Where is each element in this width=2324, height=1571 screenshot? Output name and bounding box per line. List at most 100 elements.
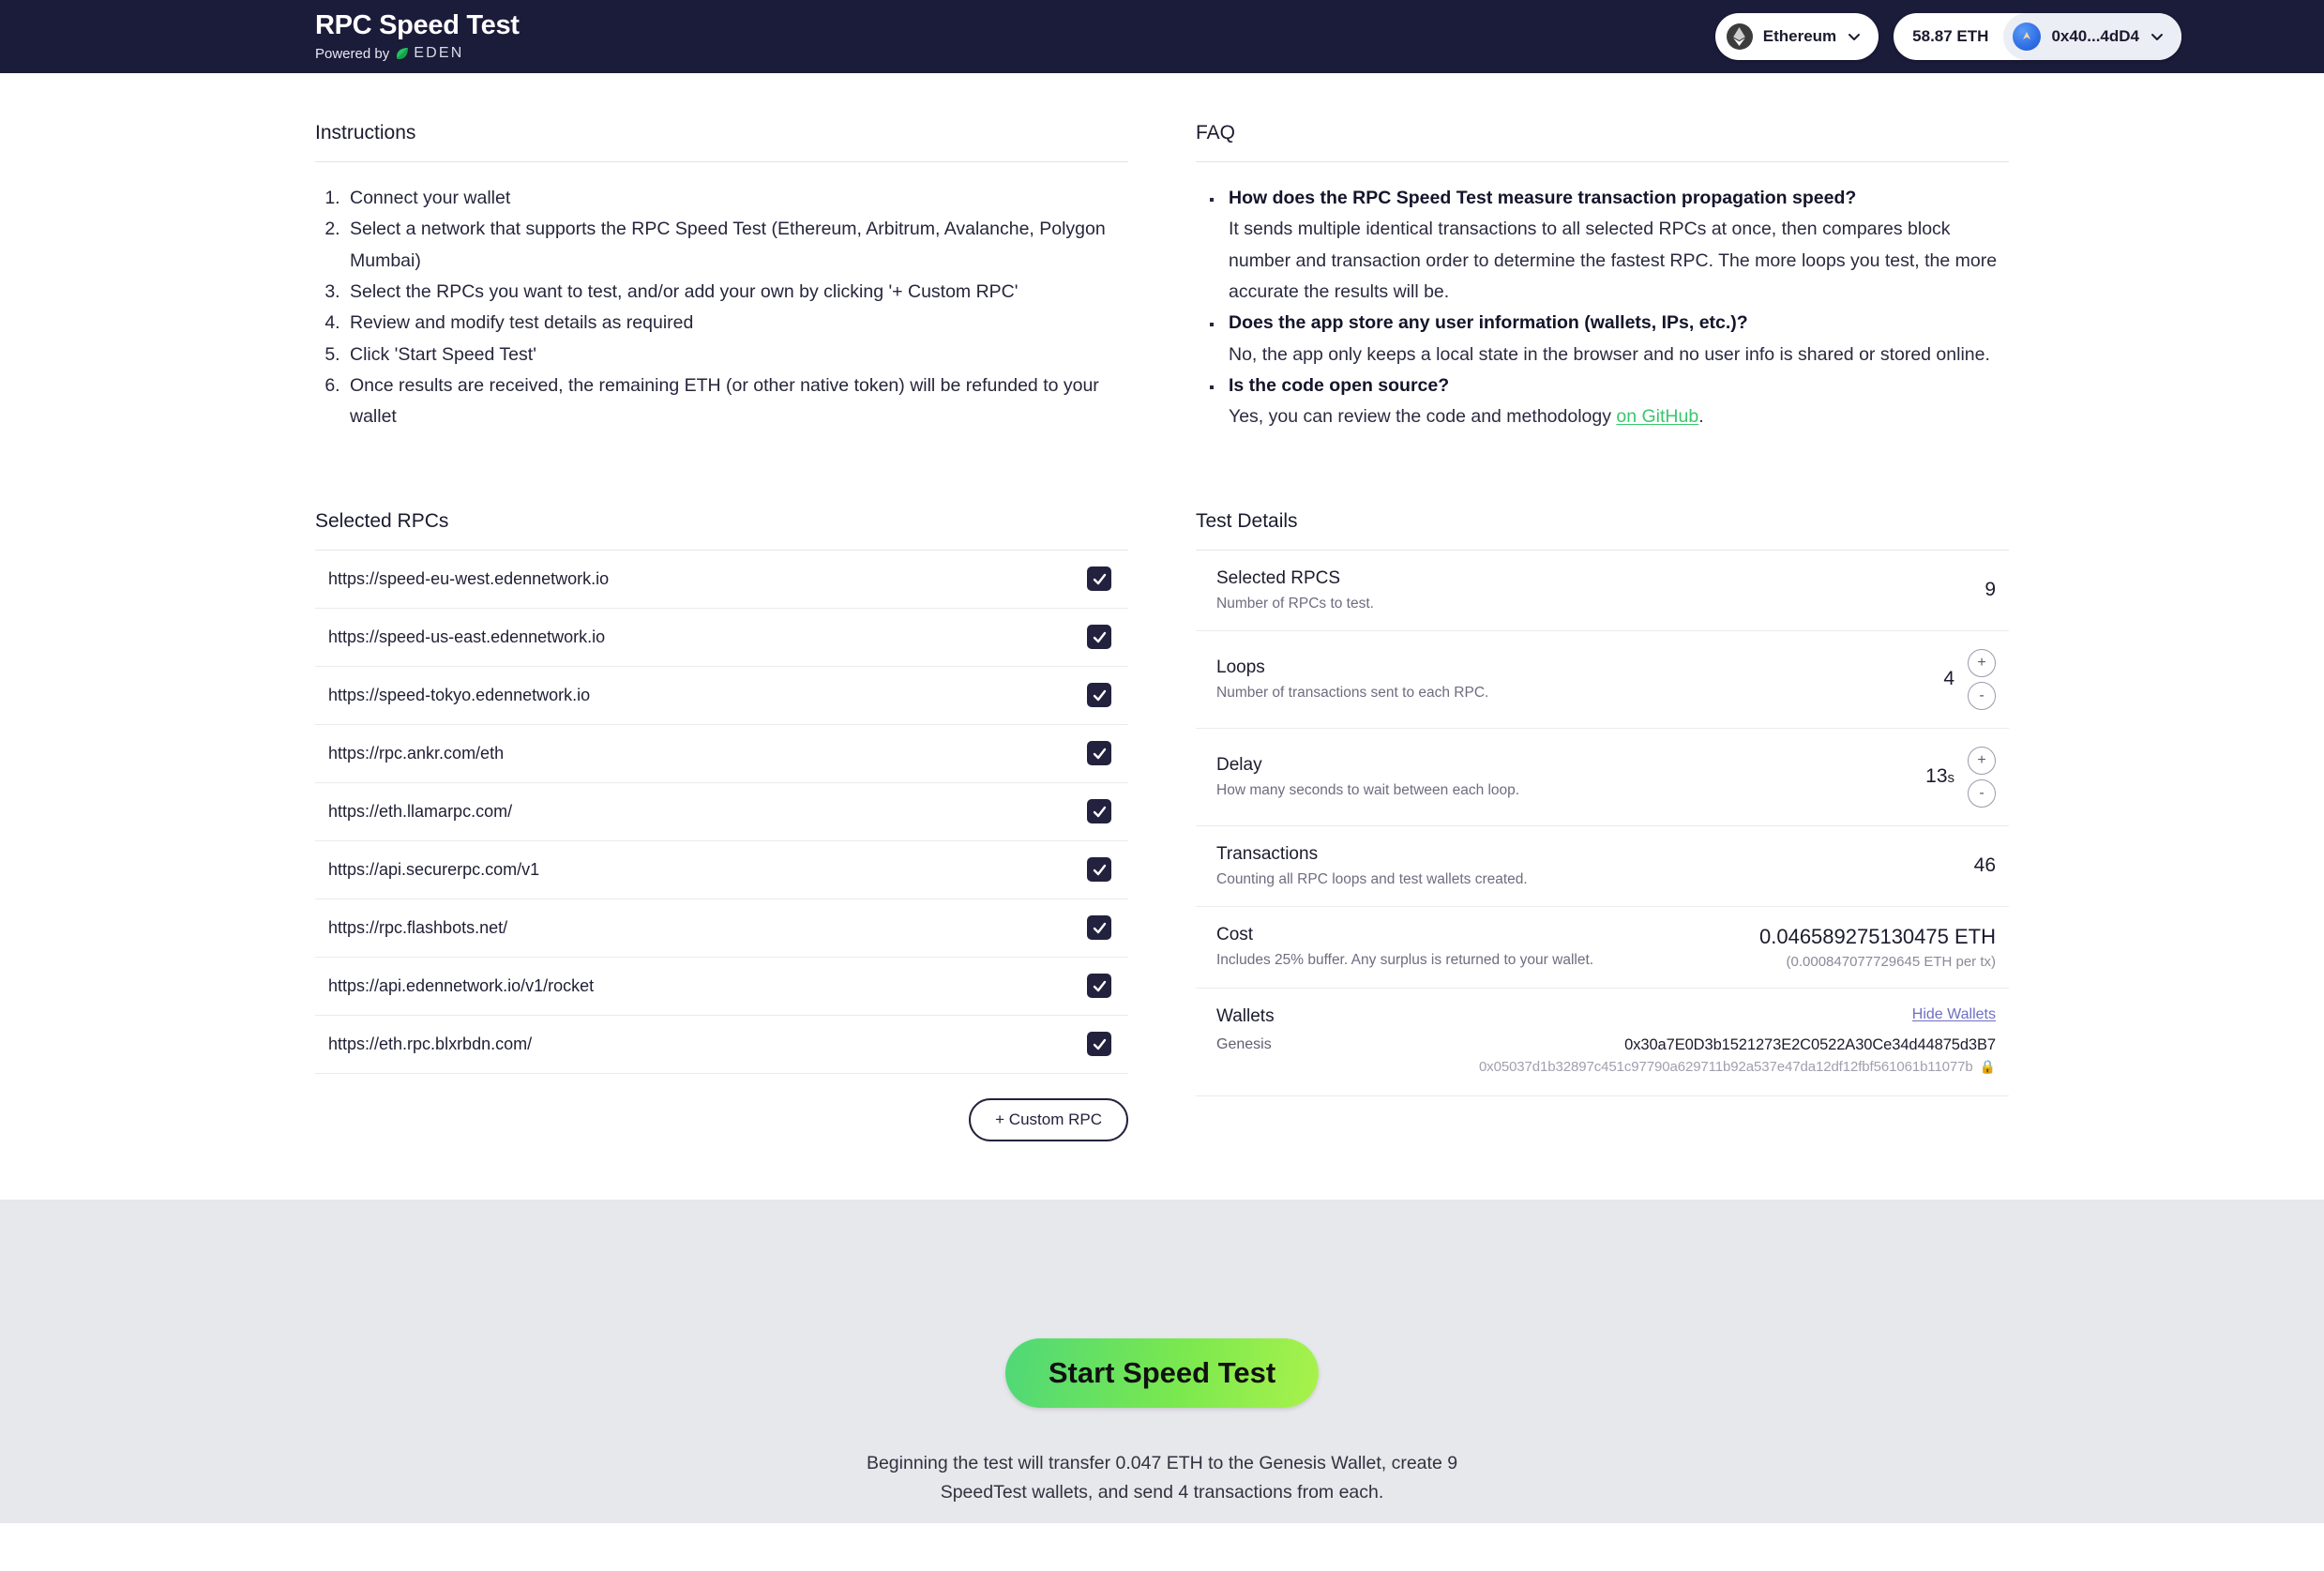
eden-logo: EDEN <box>395 45 463 62</box>
rpc-row[interactable]: https://speed-us-east.edennetwork.io <box>315 609 1128 667</box>
rpc-url: https://speed-tokyo.edennetwork.io <box>328 685 591 704</box>
loops-increment-button[interactable]: + <box>1968 648 1996 677</box>
detail-description: Includes 25% buffer. Any surplus is retu… <box>1216 952 1594 969</box>
detail-description: How many seconds to wait between each lo… <box>1216 781 1520 798</box>
selected-rpcs-panel: Selected RPCs https://speed-eu-west.eden… <box>315 510 1128 1141</box>
detail-row-cost: Cost Includes 25% buffer. Any surplus is… <box>1196 907 2009 989</box>
detail-text: Selected RPCS Number of RPCs to test. <box>1216 568 1374 612</box>
github-link[interactable]: on GitHub <box>1616 406 1698 427</box>
instruction-step: Once results are received, the remaining… <box>345 370 1128 433</box>
faq-title: FAQ <box>1196 122 1236 144</box>
bottom-columns: Selected RPCs https://speed-eu-west.eden… <box>0 433 2324 1141</box>
eden-wordmark: EDEN <box>414 45 464 62</box>
detail-text: Loops Number of transactions sent to eac… <box>1216 657 1488 702</box>
instructions-title: Instructions <box>315 122 416 144</box>
delay-number: 13 <box>1925 765 1948 788</box>
rpc-checkbox[interactable] <box>1087 974 1111 999</box>
rpc-url: https://speed-us-east.edennetwork.io <box>328 627 606 646</box>
wallet-balance: 58.87 ETH <box>1912 27 1989 45</box>
detail-row-delay: Delay How many seconds to wait between e… <box>1196 729 2009 826</box>
genesis-address[interactable]: 0x30a7E0D3b1521273E2C0522A30Ce34d44875d3… <box>1624 1036 1996 1053</box>
cta-note: Beginning the test will transfer 0.047 E… <box>0 1449 2324 1508</box>
rpc-url: https://speed-eu-west.edennetwork.io <box>328 568 610 588</box>
rpc-row[interactable]: https://rpc.flashbots.net/ <box>315 899 1128 958</box>
delay-value: 13s <box>1925 765 1954 788</box>
eden-leaf-icon <box>395 46 410 61</box>
wallets-label: Wallets <box>1216 1005 1275 1026</box>
rpc-checkbox[interactable] <box>1087 566 1111 592</box>
network-selector[interactable]: Ethereum <box>1714 13 1879 60</box>
selected-rpcs-value: 9 <box>1984 579 1996 601</box>
delay-increment-button[interactable]: + <box>1968 746 1996 775</box>
loops-decrement-button[interactable]: - <box>1968 681 1996 710</box>
wallet-address-chip[interactable]: 0x40...4dD4 <box>2003 13 2181 60</box>
faq-question: Does the app store any user information … <box>1229 312 1748 334</box>
divider <box>1196 161 2009 162</box>
detail-label: Selected RPCS <box>1216 567 1341 588</box>
faq-answer-prefix: Yes, you can review the code and methodo… <box>1229 406 1617 428</box>
detail-label: Cost <box>1216 925 1254 945</box>
test-details-title: Test Details <box>1196 509 1298 532</box>
rpc-checkbox[interactable] <box>1087 857 1111 883</box>
rpc-checkbox[interactable] <box>1087 915 1111 941</box>
genesis-values: 0x30a7E0D3b1521273E2C0522A30Ce34d44875d3… <box>1479 1036 1996 1075</box>
delay-decrement-button[interactable]: - <box>1968 778 1996 808</box>
faq-item: Is the code open source? Yes, you can re… <box>1224 370 2009 433</box>
rpc-row[interactable]: https://eth.rpc.blxrbdn.com/ <box>315 1016 1128 1074</box>
rpc-row[interactable]: https://rpc.ankr.com/eth <box>315 725 1128 783</box>
rpc-url: https://api.securerpc.com/v1 <box>328 859 540 879</box>
rpc-checkbox[interactable] <box>1087 741 1111 766</box>
header-actions: Ethereum 58.87 ETH 0x40...4dD4 <box>1714 13 2181 60</box>
detail-description: Counting all RPC loops and test wallets … <box>1216 870 1528 887</box>
rpc-url: https://eth.llamarpc.com/ <box>328 801 513 821</box>
wallet-address: 0x40...4dD4 <box>2051 27 2139 45</box>
rpc-checkbox[interactable] <box>1087 625 1111 650</box>
start-speed-test-button[interactable]: Start Speed Test <box>1004 1337 1320 1408</box>
rpc-row[interactable]: https://speed-eu-west.edennetwork.io <box>315 551 1128 609</box>
wallet-widget[interactable]: 58.87 ETH 0x40...4dD4 <box>1894 13 2181 60</box>
genesis-private-key-row: 0x05037d1b32897c451c97790a629711b92a537e… <box>1479 1059 1996 1075</box>
chevron-down-icon <box>1847 29 1862 44</box>
delay-unit: s <box>1947 770 1955 787</box>
add-custom-rpc-button[interactable]: + Custom RPC <box>969 1097 1128 1141</box>
divider <box>315 161 1128 162</box>
page-body: Instructions Connect your wallet Select … <box>0 73 2324 1523</box>
detail-value-group: 9 <box>1984 579 1996 601</box>
rpc-row[interactable]: https://api.edennetwork.io/v1/rocket <box>315 958 1128 1016</box>
detail-label: Transactions <box>1216 843 1319 864</box>
rpc-url: https://api.edennetwork.io/v1/rocket <box>328 975 595 995</box>
rpc-checkbox[interactable] <box>1087 683 1111 708</box>
chevron-down-icon <box>2150 29 2165 44</box>
transactions-value: 46 <box>1973 854 1996 877</box>
faq-question: How does the RPC Speed Test measure tran… <box>1229 188 1857 208</box>
faq-answer: It sends multiple identical transactions… <box>1229 219 1998 303</box>
faq-item: Does the app store any user information … <box>1224 308 2009 370</box>
wallet-avatar-icon <box>2013 23 2042 51</box>
lock-icon[interactable]: 🔒 <box>1980 1059 1996 1075</box>
brand: RPC Speed Test Powered by EDEN <box>315 10 520 63</box>
instruction-step: Select the RPCs you want to test, and/or… <box>345 277 1128 308</box>
instructions-list: Connect your wallet Select a network tha… <box>315 183 1128 433</box>
detail-description: Number of transactions sent to each RPC. <box>1216 684 1489 701</box>
top-columns: Instructions Connect your wallet Select … <box>0 73 2324 433</box>
rpc-checkbox[interactable] <box>1087 1032 1111 1057</box>
app-header: RPC Speed Test Powered by EDEN Ethereum … <box>0 0 2324 73</box>
faq-question: Is the code open source? <box>1229 375 1450 397</box>
test-details-panel: Test Details Selected RPCS Number of RPC… <box>1196 510 2009 1141</box>
hide-wallets-link[interactable]: Hide Wallets <box>1912 1006 1996 1023</box>
rpc-row[interactable]: https://api.securerpc.com/v1 <box>315 841 1128 899</box>
network-label: Ethereum <box>1762 27 1837 45</box>
detail-row-selected-rpcs: Selected RPCS Number of RPCs to test. 9 <box>1196 551 2009 631</box>
rpc-checkbox[interactable] <box>1087 799 1111 824</box>
detail-row-loops: Loops Number of transactions sent to eac… <box>1196 631 2009 729</box>
rpc-row[interactable]: https://speed-tokyo.edennetwork.io <box>315 667 1128 725</box>
instructions-panel: Instructions Connect your wallet Select … <box>315 122 1128 433</box>
detail-row-transactions: Transactions Counting all RPC loops and … <box>1196 826 2009 907</box>
faq-item: How does the RPC Speed Test measure tran… <box>1224 183 2009 308</box>
detail-value-group: 13s + - <box>1925 746 1996 808</box>
detail-value-group: 46 <box>1974 854 1996 877</box>
faq-answer-suffix: . <box>1698 406 1704 428</box>
rpc-row[interactable]: https://eth.llamarpc.com/ <box>315 783 1128 841</box>
genesis-private-key[interactable]: 0x05037d1b32897c451c97790a629711b92a537e… <box>1479 1059 1973 1075</box>
detail-text: Cost Includes 25% buffer. Any surplus is… <box>1216 925 1593 969</box>
